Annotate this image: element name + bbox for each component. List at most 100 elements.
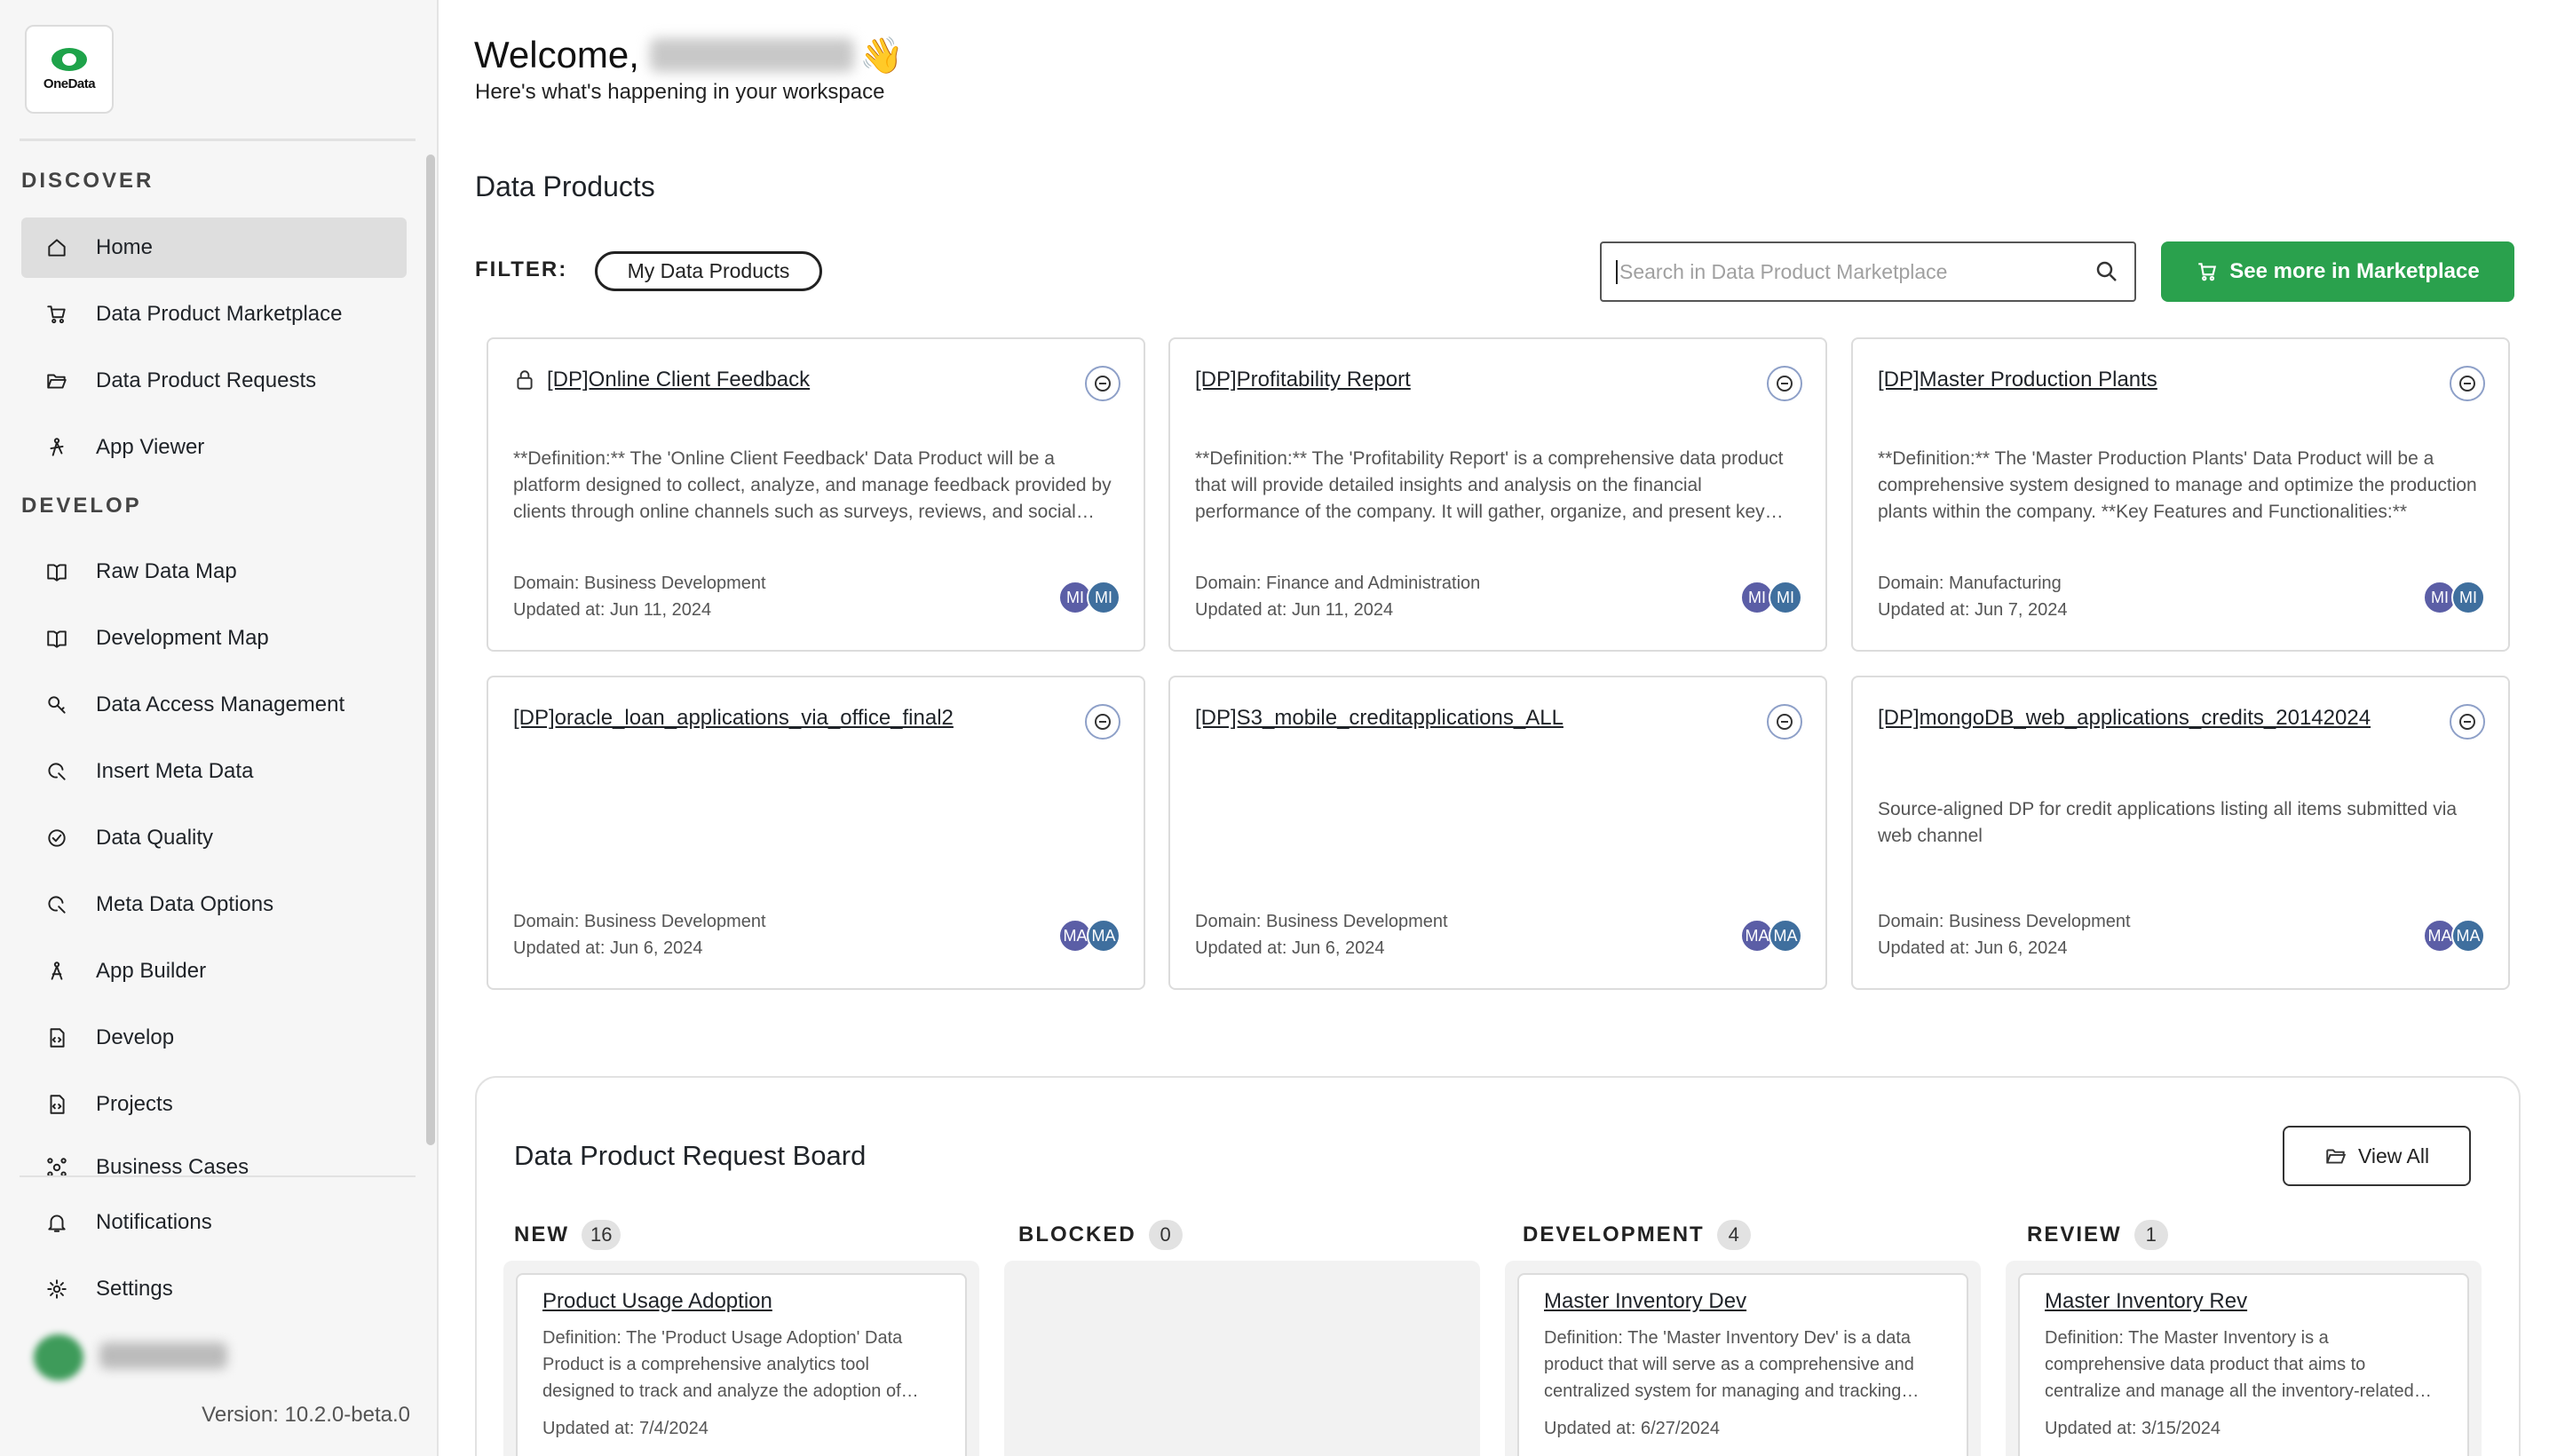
view-all-label: View All	[2357, 1143, 2430, 1167]
column-development: Master Inventory Dev Definition: The 'Ma…	[1505, 1261, 1981, 1456]
data-product-title[interactable]: [DP]oracle_loan_applications_via_office_…	[513, 706, 954, 731]
data-product-title[interactable]: [DP]mongoDB_web_applications_credits_201…	[1878, 706, 2371, 731]
sidebar-item-label: App Viewer	[96, 435, 205, 459]
data-product-card[interactable]: [DP]Master Production Plants **Definitio…	[1851, 337, 2510, 652]
sidebar-item-label: Data Access Management	[96, 692, 345, 716]
column-count-badge: 16	[582, 1220, 621, 1250]
card-menu-icon[interactable]	[1767, 704, 1802, 740]
data-product-title[interactable]: [DP]S3_mobile_creditapplications_ALL	[1195, 706, 1563, 731]
data-product-title-text: [DP]S3_mobile_creditapplications_ALL	[1195, 706, 1563, 730]
sidebar-item-notifications[interactable]: Notifications	[21, 1192, 407, 1253]
owner-avatars: MA MA	[1740, 919, 1802, 953]
filter-chip-my-data-products[interactable]: My Data Products	[595, 251, 822, 291]
sidebar-item-data-access-management[interactable]: Data Access Management	[21, 675, 407, 735]
sidebar-item-data-quality[interactable]: Data Quality	[21, 808, 407, 868]
sidebar-item-data-product-requests[interactable]: Data Product Requests	[21, 351, 407, 411]
card-menu-icon[interactable]	[1767, 366, 1802, 401]
sidebar-item-insert-meta-data[interactable]: Insert Meta Data	[21, 741, 407, 802]
folder-open-icon	[44, 368, 69, 393]
sidebar-item-home[interactable]: Home	[21, 218, 407, 278]
divider	[20, 1175, 416, 1177]
request-card-title[interactable]: Master Inventory Dev	[1544, 1289, 1746, 1314]
sidebar-item-label: Raw Data Map	[96, 559, 237, 583]
sidebar-scrollbar[interactable]	[426, 154, 435, 1145]
request-card-updated: Updated at: 6/27/2024	[1544, 1419, 1720, 1438]
avatar[interactable]: MI	[2451, 581, 2485, 614]
code-file-icon	[44, 1025, 69, 1050]
sidebar-item-label: Meta Data Options	[96, 892, 274, 916]
sidebar-item-app-viewer[interactable]: App Viewer	[21, 417, 407, 478]
avatar[interactable]: MA	[1087, 919, 1120, 953]
sidebar-item-settings[interactable]: Settings	[21, 1259, 407, 1319]
version-label: Version: 10.2.0-beta.0	[202, 1403, 410, 1427]
data-product-domain: Domain: Business Development	[1195, 912, 1448, 931]
sidebar-item-development-map[interactable]: Development Map	[21, 608, 407, 669]
column-name: REVIEW	[2027, 1223, 2122, 1246]
card-menu-icon[interactable]	[1085, 704, 1120, 740]
card-menu-icon[interactable]	[2450, 366, 2485, 401]
sidebar-item-develop[interactable]: Develop	[21, 1008, 407, 1068]
sidebar-item-raw-data-map[interactable]: Raw Data Map	[21, 542, 407, 602]
request-board-title: Data Product Request Board	[514, 1140, 867, 1171]
view-all-button[interactable]: View All	[2283, 1126, 2471, 1186]
sidebar-item-label: Settings	[96, 1277, 173, 1301]
avatar[interactable]: MI	[1769, 581, 1802, 614]
avatar[interactable]: MA	[1769, 919, 1802, 953]
owner-avatars: MA MA	[2423, 919, 2485, 953]
card-menu-icon[interactable]	[2450, 704, 2485, 740]
column-name: NEW	[514, 1223, 569, 1246]
see-more-marketplace-button[interactable]: See more in Marketplace	[2161, 241, 2514, 302]
sidebar-item-business-cases[interactable]: Business Cases	[21, 1141, 407, 1178]
column-count-badge: 4	[1716, 1220, 1751, 1250]
book-map-icon	[44, 626, 69, 651]
request-card-title[interactable]: Product Usage Adoption	[542, 1289, 772, 1314]
logo-text: OneData	[43, 75, 96, 91]
data-product-title[interactable]: [DP]Online Client Feedback	[513, 368, 810, 392]
wave-icon: 👋	[859, 36, 904, 75]
user-avatar[interactable]	[34, 1334, 83, 1381]
sidebar-item-label: App Builder	[96, 959, 207, 983]
data-product-title-text: [DP]Master Production Plants	[1878, 368, 2157, 392]
owner-avatars: MI MI	[1740, 581, 1802, 614]
avatar[interactable]: MI	[1087, 581, 1120, 614]
welcome-subtitle: Here's what's happening in your workspac…	[475, 80, 885, 104]
book-map-icon	[44, 559, 69, 584]
data-product-card[interactable]: [DP]Online Client Feedback **Definition:…	[487, 337, 1145, 652]
onedata-logo[interactable]: OneData	[25, 25, 114, 114]
data-product-title[interactable]: [DP]Master Production Plants	[1878, 368, 2157, 392]
avatar[interactable]: MA	[2451, 919, 2485, 953]
marketplace-search[interactable]: Search in Data Product Marketplace	[1600, 241, 2136, 302]
request-card-description: Definition: The 'Master Inventory Dev' i…	[1544, 1328, 1914, 1401]
sidebar-item-projects[interactable]: Projects	[21, 1074, 407, 1135]
request-card[interactable]: Master Inventory Rev Definition: The Mas…	[2018, 1273, 2469, 1456]
code-file-icon	[44, 1092, 69, 1117]
data-product-card[interactable]: [DP]S3_mobile_creditapplications_ALL Dom…	[1168, 676, 1827, 990]
sidebar-item-data-product-marketplace[interactable]: Data Product Marketplace	[21, 284, 407, 344]
sidebar-item-label: Insert Meta Data	[96, 759, 254, 783]
bell-icon	[44, 1210, 69, 1235]
sidebar-item-meta-data-options[interactable]: Meta Data Options	[21, 874, 407, 935]
data-product-description: **Definition:** The 'Profitability Repor…	[1195, 448, 1784, 522]
column-header-review: REVIEW 1	[2027, 1220, 2168, 1250]
welcome-user-name	[649, 38, 854, 72]
request-card[interactable]: Product Usage Adoption Definition: The '…	[516, 1273, 967, 1456]
request-card-updated: Updated at: 7/4/2024	[542, 1419, 709, 1438]
data-product-title[interactable]: [DP]Profitability Report	[1195, 368, 1411, 392]
data-product-domain: Domain: Business Development	[513, 912, 766, 931]
check-circle-icon	[44, 826, 69, 851]
card-menu-icon[interactable]	[1085, 366, 1120, 401]
request-card-description: Definition: The Master Inventory is a co…	[2045, 1328, 2414, 1401]
data-product-updated: Updated at: Jun 6, 2024	[513, 938, 703, 958]
data-product-card[interactable]: [DP]oracle_loan_applications_via_office_…	[487, 676, 1145, 990]
request-card[interactable]: Master Inventory Dev Definition: The 'Ma…	[1517, 1273, 1968, 1456]
data-product-card[interactable]: [DP]Profitability Report **Definition:**…	[1168, 337, 1827, 652]
request-card-description: Definition: The 'Product Usage Adoption'…	[542, 1328, 903, 1401]
data-product-domain: Domain: Business Development	[513, 574, 766, 593]
data-product-card[interactable]: [DP]mongoDB_web_applications_credits_201…	[1851, 676, 2510, 990]
data-product-description: **Definition:** The 'Master Production P…	[1878, 448, 2477, 522]
search-input[interactable]: Search in Data Product Marketplace	[1616, 259, 2094, 284]
sidebar-item-app-builder[interactable]: App Builder	[21, 941, 407, 1001]
column-header-development: DEVELOPMENT 4	[1523, 1220, 1751, 1250]
search-icon[interactable]	[2094, 258, 2120, 285]
request-card-title[interactable]: Master Inventory Rev	[2045, 1289, 2247, 1314]
